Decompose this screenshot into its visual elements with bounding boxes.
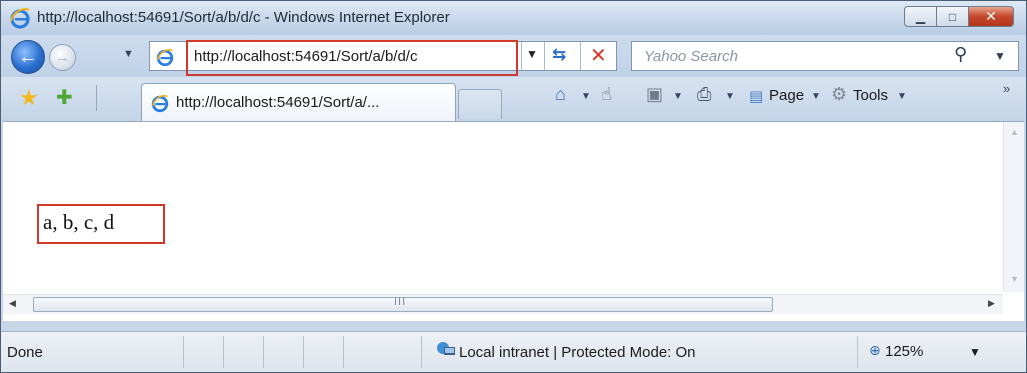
home-icon[interactable]: ⌂ xyxy=(555,84,566,105)
status-text: Done xyxy=(7,344,43,361)
tools-dropdown-icon[interactable]: ▼ xyxy=(897,91,907,102)
forward-arrow-icon: → xyxy=(55,49,70,66)
search-input[interactable]: Yahoo Search xyxy=(644,48,738,65)
tools-gear-icon: ⚙ xyxy=(831,84,848,104)
feeds-dropdown-icon[interactable]: ▼ xyxy=(673,91,683,102)
forward-button[interactable]: → xyxy=(49,44,76,71)
new-tab-button[interactable] xyxy=(458,89,502,119)
divider xyxy=(544,42,545,70)
print-dropdown-icon[interactable]: ▼ xyxy=(725,91,735,102)
divider xyxy=(421,336,422,368)
refresh-icon[interactable]: ⇆ xyxy=(552,45,566,65)
stop-icon[interactable]: ✕ xyxy=(590,43,607,68)
address-bar[interactable]: http://localhost:54691/Sort/a/b/d/c ▼ ⇆ … xyxy=(149,40,617,76)
tab-ie-icon xyxy=(151,94,169,113)
tab-label: http://localhost:54691/Sort/a/... xyxy=(176,94,380,111)
minimize-icon: ▁ xyxy=(915,9,926,24)
tab-bar: ★ ✚ http://localhost:54691/Sort/a/... ⌂ … xyxy=(1,77,1026,121)
minimize-button[interactable]: ▁ xyxy=(904,6,936,27)
page-menu[interactable]: Page xyxy=(769,87,804,104)
horizontal-scrollbar[interactable]: ◀ III ▶ xyxy=(3,294,1003,314)
maximize-icon: □ xyxy=(948,9,957,24)
back-arrow-icon: ← xyxy=(18,45,38,68)
address-input[interactable]: http://localhost:54691/Sort/a/b/d/c xyxy=(194,48,417,65)
zoom-level[interactable]: 125% xyxy=(885,343,923,360)
search-provider-dropdown[interactable]: ▼ xyxy=(994,49,1006,63)
back-button[interactable]: ← xyxy=(11,40,45,74)
title-bar: http://localhost:54691/Sort/a/b/d/c - Wi… xyxy=(1,1,1026,35)
browser-window: http://localhost:54691/Sort/a/b/d/c - Wi… xyxy=(0,0,1027,373)
scroll-down-icon[interactable]: ▼ xyxy=(1010,274,1019,284)
window-title: http://localhost:54691/Sort/a/b/d/c - Wi… xyxy=(37,9,450,26)
tools-menu[interactable]: Tools xyxy=(853,87,888,104)
zoom-icon[interactable]: ⊕ xyxy=(869,342,881,359)
page-dropdown-icon[interactable]: ▼ xyxy=(811,91,821,102)
security-zone-text[interactable]: Local intranet | Protected Mode: On xyxy=(459,344,696,361)
status-bar: Done Local intranet | Protected Mode: On… xyxy=(1,331,1026,372)
window-controls: ▁ □ ✕ xyxy=(904,6,1014,28)
divider xyxy=(857,336,858,368)
research-icon[interactable]: ☝ xyxy=(601,84,612,105)
divider xyxy=(183,336,184,368)
home-dropdown-icon[interactable]: ▼ xyxy=(581,91,591,102)
scroll-left-icon[interactable]: ◀ xyxy=(9,298,16,309)
tab-current-page[interactable]: http://localhost:54691/Sort/a/... xyxy=(141,83,456,121)
search-icon[interactable]: ⚲ xyxy=(954,44,967,65)
navigation-bar: ← → ▼ http://localhost:54691/Sort/a/b/d/… xyxy=(1,35,1026,77)
internet-explorer-icon xyxy=(10,8,30,29)
divider xyxy=(303,336,304,368)
favorites-star-icon[interactable]: ★ xyxy=(19,85,39,111)
divider xyxy=(263,336,264,368)
divider xyxy=(580,42,581,70)
scrollbar-thumb[interactable]: III xyxy=(33,296,773,312)
search-box[interactable]: Yahoo Search ⚲ ▼ xyxy=(631,41,1019,71)
vertical-scrollbar[interactable]: ▲ ▼ xyxy=(1003,122,1024,292)
add-favorites-icon[interactable]: ✚ xyxy=(56,85,73,110)
scroll-up-icon[interactable]: ▲ xyxy=(1010,127,1019,137)
feeds-icon[interactable]: ▣ xyxy=(646,84,663,105)
maximize-button[interactable]: □ xyxy=(936,6,968,27)
page-content: a, b, c, d ▲ ▼ ◀ III ▶ xyxy=(3,121,1024,321)
intranet-zone-icon xyxy=(437,342,455,355)
recent-pages-dropdown[interactable]: ▼ xyxy=(123,48,134,60)
toolbar-overflow-icon[interactable]: » xyxy=(1003,81,1010,96)
sorted-result-text: a, b, c, d xyxy=(43,210,115,234)
page-ie-icon xyxy=(156,48,174,67)
divider xyxy=(343,336,344,368)
close-button[interactable]: ✕ xyxy=(968,6,1014,27)
close-icon: ✕ xyxy=(985,8,997,24)
divider xyxy=(223,336,224,368)
print-icon[interactable]: ⎙ xyxy=(697,84,711,105)
scroll-right-icon[interactable]: ▶ xyxy=(988,298,995,309)
scrollbar-grip: III xyxy=(394,296,407,308)
divider xyxy=(521,42,522,70)
page-icon: ▤ xyxy=(749,88,764,105)
zoom-dropdown-icon[interactable]: ▼ xyxy=(969,345,981,359)
address-dropdown-icon[interactable]: ▼ xyxy=(526,47,538,61)
divider xyxy=(96,85,97,111)
